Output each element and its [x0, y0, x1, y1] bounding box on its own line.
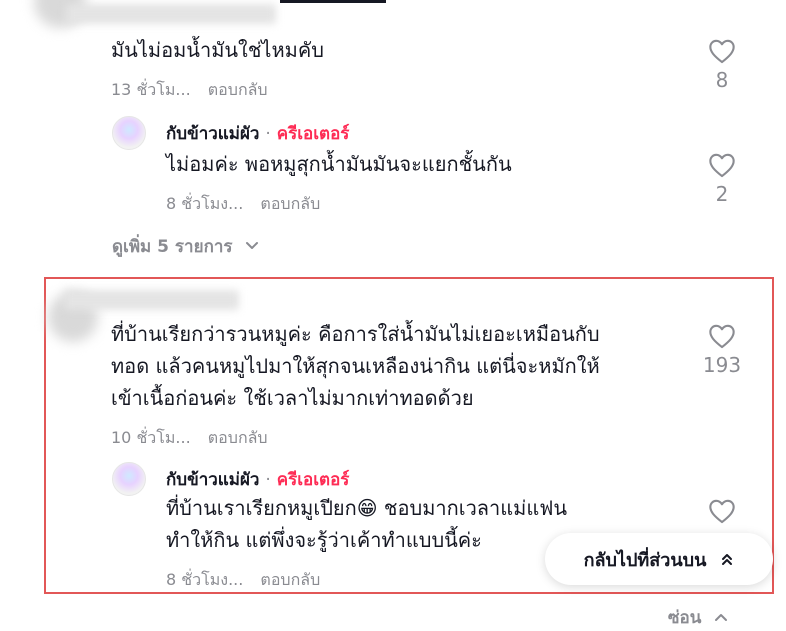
comment-meta: 13 ชั่วโม... ตอบกลับ	[111, 78, 268, 103]
like-button[interactable]: 2	[692, 152, 752, 206]
view-more-replies-button[interactable]: ดูเพิ่ม 5 รายการ	[112, 233, 260, 260]
like-button[interactable]: 193	[692, 323, 752, 377]
double-chevron-up-icon	[722, 554, 733, 565]
avatar[interactable]	[112, 462, 146, 496]
like-button[interactable]	[692, 498, 752, 528]
reply-text: ไม่อมค่ะ พอหมูสุกน้ำมันมันจะแยกชั้นกัน	[166, 152, 512, 176]
avatar[interactable]	[112, 116, 146, 150]
comment-line: ทอด แล้วคนหมูไปมาให้สุกจนเหลืองน่ากิน แต…	[111, 354, 600, 378]
reply-author: กับข้าวแม่ผัว · ครีเอเตอร์	[166, 466, 349, 493]
reply-line: ที่บ้านเราเรียกหมูเปียก😁 ชอบมากเวลาแม่แฟ…	[166, 496, 568, 520]
chevron-down-icon	[246, 242, 259, 249]
username-blurred[interactable]	[64, 290, 239, 310]
reply-button[interactable]: ตอบกลับ	[208, 428, 268, 447]
comment-meta: 10 ชั่วโม... ตอบกลับ	[111, 426, 268, 451]
reply-button[interactable]: ตอบกลับ	[260, 570, 320, 589]
like-button[interactable]: 8	[692, 38, 752, 92]
hide-label: ซ่อน	[668, 608, 702, 628]
creator-badge: ครีเอเตอร์	[276, 124, 350, 144]
reply-button[interactable]: ตอบกลับ	[260, 194, 320, 213]
reply-meta: 8 ชั่วโมง... ตอบกลับ	[166, 192, 320, 217]
separator: ·	[265, 470, 271, 490]
back-to-top-label: กลับไปที่ส่วนบน	[583, 549, 707, 571]
separator: ·	[265, 124, 271, 144]
username-blurred[interactable]	[66, 4, 276, 24]
comment-time: 10 ชั่วโม...	[111, 428, 191, 447]
author-name[interactable]: กับข้าวแม่ผัว	[166, 470, 259, 490]
reply-line: ทำให้กิน แต่พึ่งจะรู้ว่าเค้าทำแบบนี้ค่ะ	[166, 528, 482, 552]
tab-underline	[280, 0, 386, 3]
heart-outline-icon	[709, 499, 735, 524]
heart-outline-icon	[709, 324, 735, 349]
reply-meta: 8 ชั่วโมง... ตอบกลับ	[166, 568, 320, 593]
reply-time: 8 ชั่วโมง...	[166, 194, 244, 213]
reply-button[interactable]: ตอบกลับ	[208, 80, 268, 99]
chevron-up-icon	[715, 614, 728, 621]
heart-outline-icon	[709, 39, 735, 64]
heart-outline-icon	[709, 153, 735, 178]
creator-badge: ครีเอเตอร์	[276, 470, 350, 490]
comment-line: เข้าเนื้อก่อนค่ะ ใช้เวลาไม่มากเท่าทอดด้ว…	[111, 386, 474, 410]
like-count: 193	[702, 353, 742, 377]
comment-text: มันไม่อมน้ำมันใช่ไหมคับ	[111, 38, 324, 62]
reply-author: กับข้าวแม่ผัว · ครีเอเตอร์	[166, 120, 349, 147]
comment-text: ที่บ้านเรียกว่ารวนหมูค่ะ คือการใส่น้ำมัน…	[111, 318, 600, 414]
author-name[interactable]: กับข้าวแม่ผัว	[166, 124, 259, 144]
view-more-label: ดูเพิ่ม 5 รายการ	[112, 237, 233, 257]
comment-time: 13 ชั่วโม...	[111, 80, 191, 99]
like-count: 2	[715, 182, 729, 206]
reply-text: ที่บ้านเราเรียกหมูเปียก😁 ชอบมากเวลาแม่แฟ…	[166, 492, 567, 556]
comment-line: ที่บ้านเรียกว่ารวนหมูค่ะ คือการใส่น้ำมัน…	[111, 322, 600, 346]
reply-time: 8 ชั่วโมง...	[166, 570, 244, 589]
like-count: 8	[715, 68, 729, 92]
back-to-top-button[interactable]: กลับไปที่ส่วนบน	[545, 533, 773, 585]
